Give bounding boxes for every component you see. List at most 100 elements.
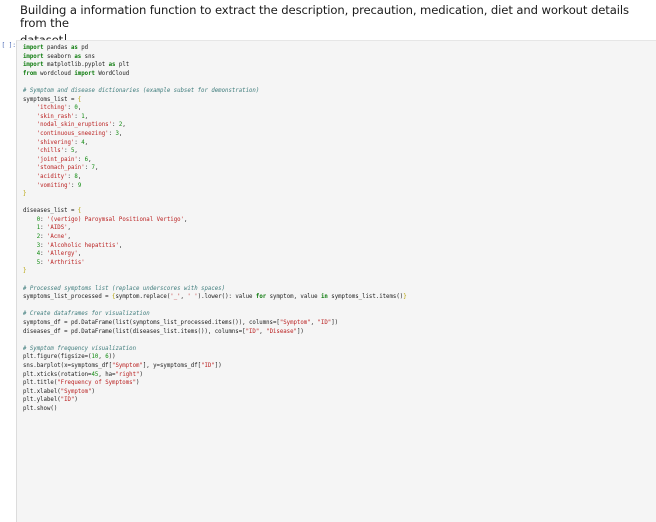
code-token: symptom.replace( [115, 294, 171, 301]
code-token: seaborn [43, 53, 75, 60]
code-token: , [74, 148, 78, 155]
code-token: import [74, 70, 95, 77]
code-line: # Create dataframes for visualization [23, 310, 407, 319]
code-token: } [403, 294, 407, 301]
code-line: plt.xlabel("Symptom") [23, 388, 407, 397]
code-line: 'continuous_sneezing': 3, [23, 130, 407, 139]
code-token: wordcloud [36, 70, 75, 77]
code-line: plt.ylabel("ID") [23, 396, 407, 405]
code-token: WordCloud [94, 70, 130, 77]
code-token: , [67, 234, 71, 241]
code-line: diseases_list = { [23, 207, 407, 216]
code-token: in [320, 294, 328, 301]
code-token: symptoms_list.items() [327, 294, 404, 301]
code-line: 'vomiting': 9 [23, 182, 407, 191]
code-token: matplotlib.pyplot [43, 62, 109, 69]
code-line: plt.xticks(rotation=45, ha="right") [23, 371, 407, 380]
code-token: , [84, 139, 89, 146]
code-token: : [40, 216, 47, 223]
code-line: 'chills': 5, [23, 147, 407, 156]
code-line: import pandas as pd [23, 44, 407, 53]
code-token: , [118, 130, 123, 137]
code-line: symptoms_df = pd.DataFrame(list(symptoms… [23, 319, 407, 328]
code-token: )) [108, 354, 116, 361]
code-token: 'Alcoholic hepatitis' [47, 242, 119, 249]
code-token: import [23, 53, 44, 60]
code-token: , [94, 165, 99, 172]
code-token: : [77, 156, 85, 163]
code-token: "Symptom" [112, 362, 143, 369]
code-token: : [64, 148, 71, 155]
code-token: for [255, 294, 267, 301]
code-token: ) [91, 388, 95, 395]
code-token: # Symptom and disease dictionaries (exam… [23, 87, 260, 94]
code-token: : [84, 165, 92, 172]
code-token: "right" [115, 371, 140, 378]
code-line: # Symptom and disease dictionaries (exam… [23, 87, 407, 96]
code-token: 'chills' [36, 148, 65, 155]
code-token: symptoms_list = [23, 96, 78, 103]
code-line: symptoms_list_processed = {symptom.repla… [23, 293, 407, 302]
code-token: import [23, 62, 44, 69]
code-token: ]) [331, 320, 339, 326]
code-token: pd [77, 45, 89, 51]
code-line: 1: 'AIDS', [23, 224, 407, 233]
code-token: from [23, 70, 37, 77]
code-token: 'Acne' [47, 234, 68, 241]
code-token: "Symptom" [60, 388, 92, 395]
code-token: plt.xlabel( [23, 388, 61, 395]
code-line: plt.show() [23, 405, 407, 414]
code-token: 'stomach_pain' [36, 165, 85, 172]
code-token: diseases_list = [23, 208, 78, 215]
code-token: : [70, 182, 78, 189]
code-token: '(vertigo) Paroymsal Positional Vertigo' [47, 216, 184, 223]
code-token: , [310, 320, 318, 326]
markdown-cell[interactable]: Building a information function to extra… [20, 0, 640, 47]
code-token: 'acidity' [36, 173, 68, 180]
code-editor[interactable]: import pandas as pd import seaborn as sns… [16, 40, 656, 522]
execution-prompt: [ ]: [1, 42, 16, 49]
code-token: "ID" [317, 320, 332, 326]
code-line: } [23, 267, 407, 276]
code-line: } [23, 190, 407, 199]
code-token: } [23, 268, 27, 275]
code-token: , [77, 251, 82, 258]
code-token: , [122, 122, 126, 129]
code-token: { [77, 208, 82, 215]
code-token: ], y=symptoms_df[ [142, 362, 202, 369]
code-token: symptoms_list_processed = [23, 294, 113, 301]
code-token: 'Allergy' [47, 251, 78, 258]
code-line: diseases_df = pd.DataFrame(list(diseases… [23, 328, 407, 337]
code-line: symptoms_list = { [23, 96, 407, 105]
code-line: 4: 'Allergy', [23, 250, 407, 259]
code-line: 5: 'Arthritis' [23, 259, 407, 268]
code-token: 'joint_pain' [36, 156, 78, 163]
code-token: 'shivering' [36, 139, 75, 146]
code-token: "Disease" [266, 328, 297, 335]
code-token: # Symptom frequency visualization [23, 345, 136, 352]
code-token: ]) [296, 328, 304, 335]
code-token: , [88, 156, 92, 163]
code-token: plt.figure(figsize=( [23, 354, 92, 361]
code-token: 9 [77, 182, 82, 189]
code-token: symptoms_df = pd.DataFrame(list(symptoms… [23, 320, 280, 326]
code-token: sns [81, 53, 95, 60]
code-cell[interactable]: [ ]: import pandas as pd import seaborn a… [0, 40, 656, 522]
code-token: } [23, 191, 27, 198]
code-token: plt.show() [23, 405, 58, 412]
